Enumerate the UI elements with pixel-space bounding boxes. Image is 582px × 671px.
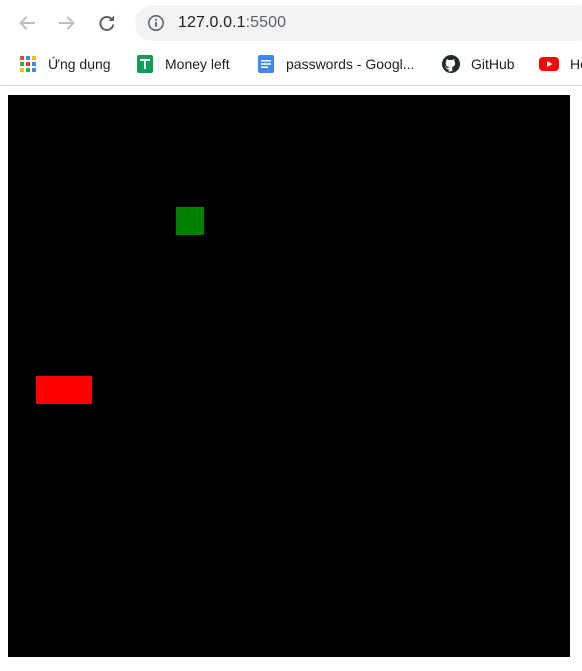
url-port: :5500 [245, 14, 287, 31]
back-button[interactable] [12, 8, 42, 38]
browser-toolbar: 127.0.0.1:5500 [0, 0, 582, 46]
url-text[interactable]: 127.0.0.1:5500 [178, 14, 286, 32]
bookmark-label: Money left [165, 56, 230, 72]
food-block [176, 207, 204, 235]
bookmark-github[interactable]: GitHub [442, 46, 515, 82]
arrow-right-icon [59, 16, 75, 30]
bookmark-money-left[interactable]: Money left [136, 46, 230, 82]
arrow-left-icon [19, 16, 35, 30]
forward-button[interactable] [52, 8, 82, 38]
game-canvas[interactable] [8, 95, 570, 657]
info-icon[interactable] [147, 14, 165, 32]
bookmark-label: GitHub [471, 56, 515, 72]
github-icon [442, 55, 460, 73]
bookmark-passwords[interactable]: passwords - Googl... [257, 46, 414, 82]
reload-button[interactable] [92, 8, 122, 38]
snake-body [36, 376, 92, 404]
bookmark-label: passwords - Googl... [286, 56, 415, 72]
address-bar[interactable]: 127.0.0.1:5500 [135, 5, 582, 41]
reload-icon [99, 15, 115, 31]
url-host: 127.0.0.1 [178, 14, 246, 31]
bookmark-label: Ho [570, 56, 582, 72]
bookmarks-bar: Ứng dụng Money left passwords - Googl...… [0, 46, 582, 84]
apps-grid-icon [20, 56, 36, 72]
bookmark-youtube[interactable]: Ho [539, 46, 582, 82]
youtube-icon [539, 57, 559, 71]
google-sheets-icon [137, 55, 153, 73]
bookmark-apps[interactable]: Ứng dụng [19, 46, 111, 82]
google-docs-icon [258, 55, 274, 73]
bookmark-label: Ứng dụng [48, 56, 111, 72]
toolbar-divider [0, 85, 582, 86]
